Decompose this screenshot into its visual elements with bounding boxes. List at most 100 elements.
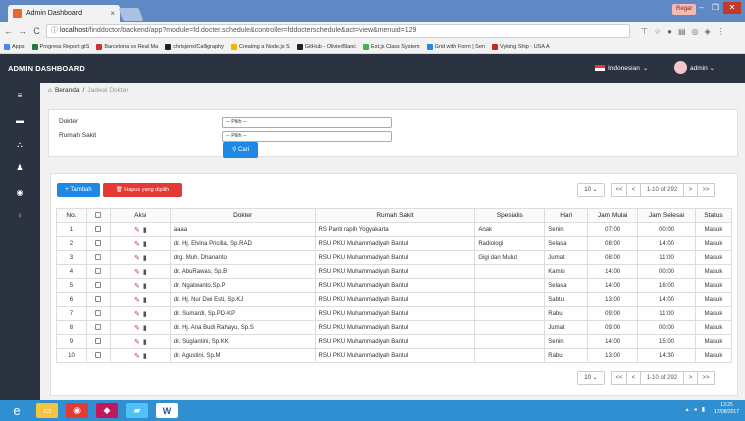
user-dropdown[interactable]: admin ⌄	[690, 64, 715, 72]
pager-next-bottom[interactable]: >	[683, 371, 698, 385]
bookmark-item[interactable]: Barcelona vs Real Ma	[96, 43, 158, 50]
window-controls: – ❐ ✕	[695, 2, 741, 14]
edit-icon[interactable]: ✎	[134, 283, 140, 290]
ie-icon[interactable]: e	[6, 403, 28, 418]
edit-icon[interactable]: ✎	[134, 325, 140, 332]
pager-prev-bottom[interactable]: <	[626, 371, 641, 385]
delete-icon[interactable]: ▮	[143, 283, 147, 290]
edit-icon[interactable]: ✎	[134, 241, 140, 248]
table-row: 6 ✎ ▮ dr. Hj. Nur Dwi Esti, Sp.KJ RSU PKU Mu…	[56, 292, 733, 307]
extension-icons: ⊤ ☆ ● ▤ ◎ ◈ ⋮	[641, 27, 725, 36]
volume-icon[interactable]: ◂	[694, 406, 697, 413]
hospital-label: Rumah Sakit	[59, 132, 97, 139]
sidebar-item-hospital[interactable]: ⛬	[15, 140, 25, 150]
chrome-icon[interactable]: ◉	[66, 403, 88, 418]
row-checkbox[interactable]	[95, 296, 102, 303]
folder-icon[interactable]: ▰	[126, 403, 148, 418]
url-input[interactable]: ⓘ localhost/finddoctor/backend/app?modul…	[46, 24, 630, 38]
shield-icon[interactable]: ◈	[705, 27, 711, 36]
delete-icon[interactable]: ▮	[143, 241, 147, 248]
edit-icon[interactable]: ✎	[134, 353, 140, 360]
close-tab-icon[interactable]: ×	[110, 9, 115, 18]
pager-first-bottom[interactable]: <<	[611, 371, 627, 385]
pager-prev[interactable]: <	[626, 183, 641, 197]
reload-icon[interactable]: C	[32, 26, 41, 36]
delete-icon[interactable]: ▮	[143, 311, 147, 318]
delete-icon[interactable]: ▮	[143, 269, 147, 276]
pager-next[interactable]: >	[683, 183, 698, 197]
bookmark-item[interactable]: GitHub - OlivierBlanc	[296, 43, 356, 50]
back-icon[interactable]: ←	[4, 26, 13, 36]
sidebar-item-settings[interactable]: ◉	[15, 188, 25, 198]
translate-icon[interactable]: ⊤	[641, 27, 648, 36]
row-checkbox[interactable]	[95, 240, 102, 247]
bookmark-item[interactable]: Apps	[4, 43, 25, 50]
forward-icon[interactable]: →	[18, 26, 27, 36]
sidebar-item-idea[interactable]: ♀	[15, 211, 25, 221]
pager-last-bottom[interactable]: >>	[697, 371, 715, 385]
delete-icon[interactable]: ▮	[143, 353, 147, 360]
row-checkbox[interactable]	[95, 282, 102, 289]
row-checkbox[interactable]	[95, 324, 102, 331]
delete-icon[interactable]: ▮	[143, 339, 147, 346]
battery-icon[interactable]: ▮	[702, 406, 705, 413]
hamburger-icon[interactable]: ≡	[15, 91, 25, 101]
bookmark-item[interactable]: Ext.js Class System	[363, 43, 420, 50]
network-icon[interactable]: ▴	[686, 406, 689, 413]
row-checkbox[interactable]	[95, 310, 102, 317]
pager-first[interactable]: <<	[611, 183, 627, 197]
bookmark-item[interactable]: Vyking Ship - USA A	[491, 43, 550, 50]
edit-icon[interactable]: ✎	[134, 255, 140, 262]
edit-icon[interactable]: ✎	[134, 269, 140, 276]
delete-icon[interactable]: ▮	[143, 227, 147, 234]
cell-start: 08:00	[587, 236, 639, 251]
bookmark-item[interactable]: chrisjenx/Calligraphy	[165, 43, 224, 50]
sidebar-item-doctor[interactable]: ♟	[15, 163, 25, 173]
add-button[interactable]: + Tambah	[57, 183, 100, 197]
edit-icon[interactable]: ✎	[134, 227, 140, 234]
edit-icon[interactable]: ✎	[134, 339, 140, 346]
sidebar-item-schedule[interactable]: ▬	[15, 116, 25, 126]
browser-tab[interactable]: Admin Dashboard ×	[8, 5, 120, 22]
doctor-select[interactable]: -- Pilih --	[222, 117, 392, 128]
delete-icon[interactable]: ▮	[143, 255, 147, 262]
bookmark-item[interactable]: Creating a Node.js S	[230, 43, 290, 50]
hospital-select[interactable]: -- Pilih --	[222, 131, 392, 142]
app-icon[interactable]: ◆	[96, 403, 118, 418]
new-tab-button[interactable]	[118, 8, 144, 21]
row-checkbox[interactable]	[95, 268, 102, 275]
star-icon[interactable]: ☆	[654, 27, 661, 36]
row-checkbox[interactable]	[95, 254, 102, 261]
row-checkbox[interactable]	[95, 338, 102, 345]
delete-selected-button[interactable]: 🗑 Hapus yang dipilih	[103, 183, 182, 197]
close-window-icon[interactable]: ✕	[723, 2, 741, 14]
row-checkbox[interactable]	[95, 352, 102, 359]
doc-icon[interactable]: ▤	[678, 27, 686, 36]
word-icon[interactable]: W	[156, 403, 178, 418]
delete-icon[interactable]: ▮	[143, 297, 147, 304]
bookmark-item[interactable]: Grid with Form | Sen	[426, 43, 485, 50]
clock[interactable]: 13:25 17/08/2017	[714, 402, 739, 416]
edit-icon[interactable]: ✎	[134, 311, 140, 318]
avatar[interactable]	[674, 61, 687, 74]
explorer-icon[interactable]: ▭	[36, 403, 58, 418]
bookmark-item[interactable]: Progress Report gtS	[31, 43, 89, 50]
select-all-checkbox[interactable]	[95, 212, 102, 219]
camera-icon[interactable]: ◎	[692, 27, 699, 36]
window-user-badge[interactable]: Regar	[672, 4, 697, 15]
breadcrumb-home[interactable]: Beranda	[55, 87, 80, 94]
search-button[interactable]: ⚲ Cari	[223, 142, 258, 158]
language-dropdown[interactable]: Indonesian ⌄	[595, 64, 648, 72]
minimize-icon[interactable]: –	[695, 2, 708, 14]
cell-status: Masuk	[694, 306, 733, 321]
per-page-select-bottom[interactable]: 10 ⌄	[577, 371, 605, 385]
maximize-icon[interactable]: ❐	[709, 2, 722, 14]
menu-icon[interactable]: ⋮	[717, 27, 725, 36]
pager-last[interactable]: >>	[697, 183, 715, 197]
record-icon[interactable]: ●	[667, 27, 672, 36]
column-header[interactable]	[85, 208, 111, 223]
per-page-select[interactable]: 10 ⌄	[577, 183, 605, 197]
delete-icon[interactable]: ▮	[143, 325, 147, 332]
edit-icon[interactable]: ✎	[134, 297, 140, 304]
row-checkbox[interactable]	[95, 226, 102, 233]
